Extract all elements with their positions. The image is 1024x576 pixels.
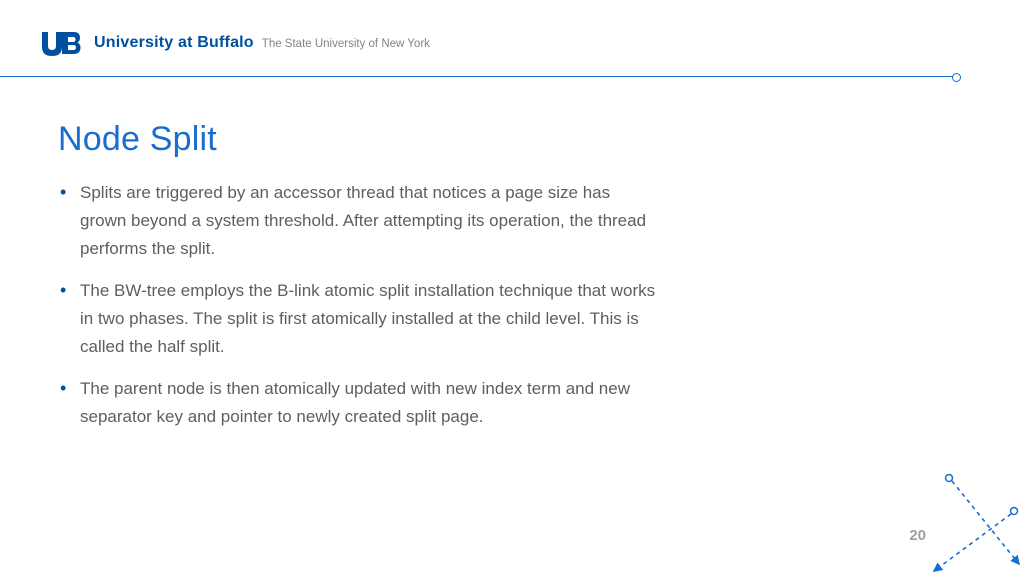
list-item: Splits are triggered by an accessor thre…	[78, 179, 658, 263]
page-number: 20	[909, 527, 926, 544]
slide-content: Node Split Splits are triggered by an ac…	[58, 120, 658, 445]
ub-logo-icon	[40, 28, 84, 58]
slide-header: University at Buffalo The State Universi…	[40, 28, 430, 58]
slide-title: Node Split	[58, 120, 658, 159]
header-divider	[0, 76, 955, 77]
university-name: University at Buffalo	[94, 34, 254, 52]
corner-decoration-icon	[914, 466, 1024, 576]
suny-subtitle: The State University of New York	[262, 38, 430, 50]
bullet-list: Splits are triggered by an accessor thre…	[58, 179, 658, 431]
list-item: The parent node is then atomically updat…	[78, 375, 658, 431]
header-text: University at Buffalo The State Universi…	[94, 34, 430, 52]
list-item: The BW-tree employs the B-link atomic sp…	[78, 277, 658, 361]
